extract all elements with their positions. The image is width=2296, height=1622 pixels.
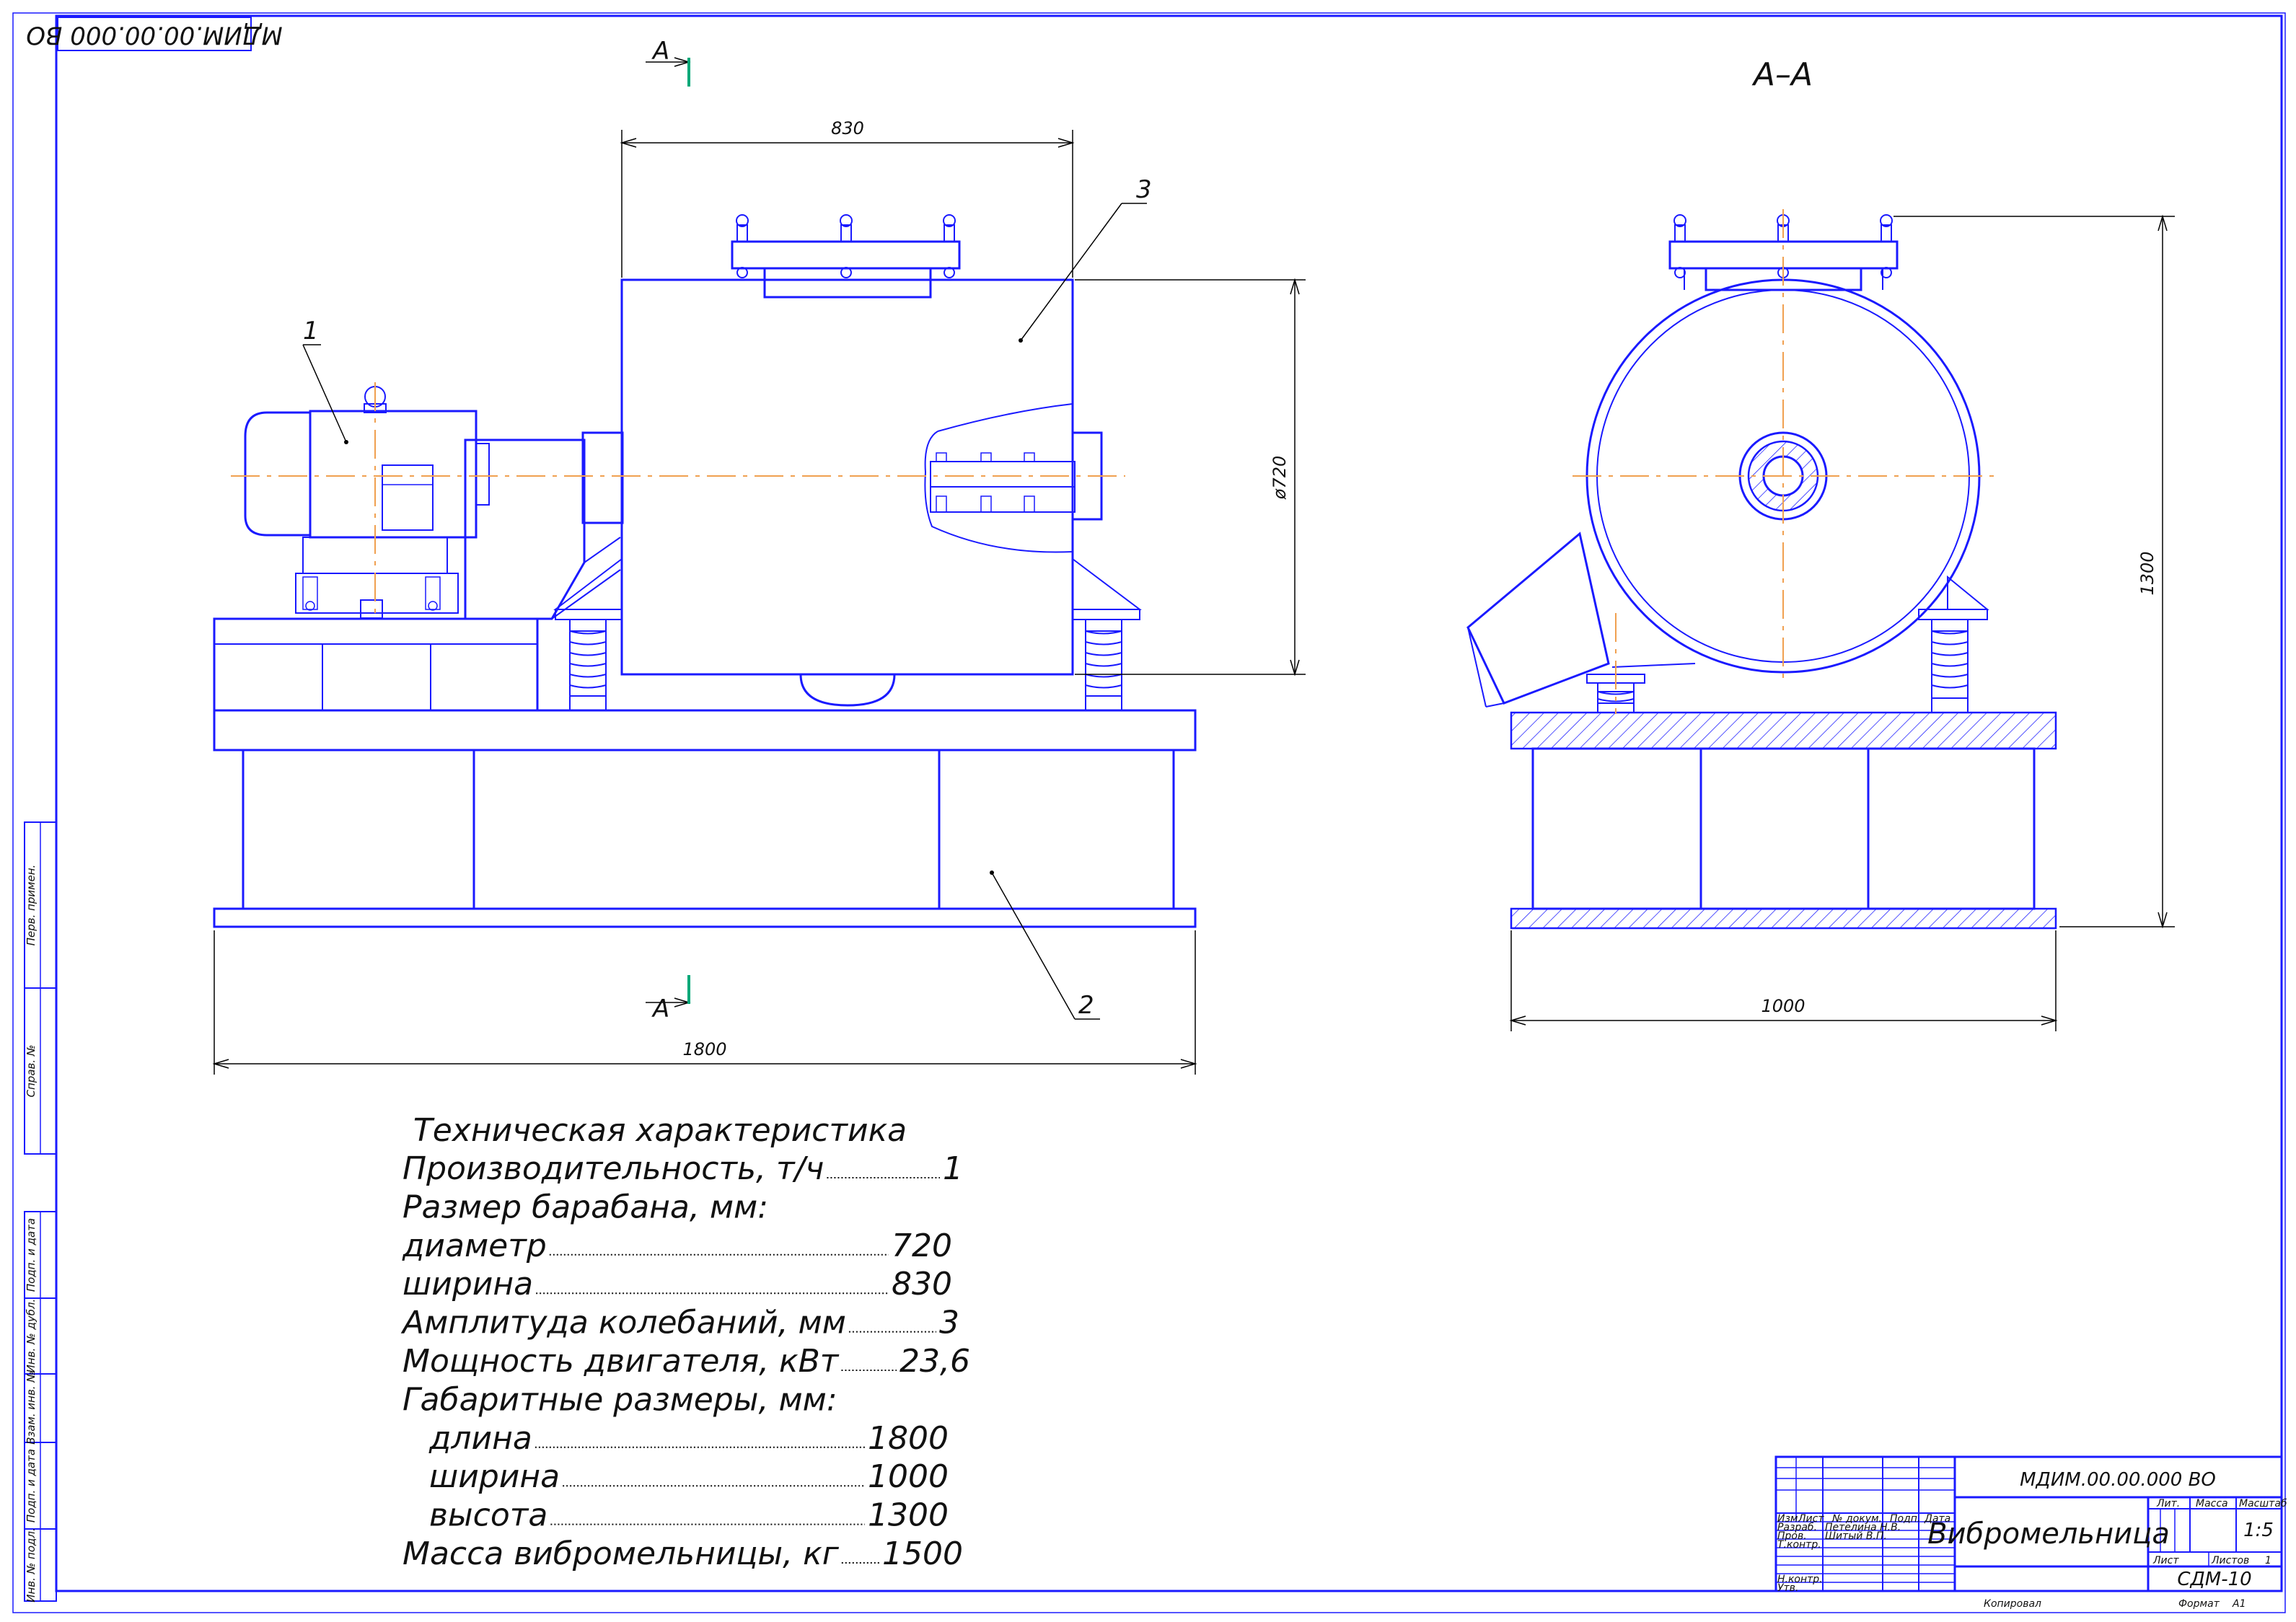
coupling [581,431,624,524]
side-podp-data-1: Подп. и дата [25,1218,38,1292]
title-block: МДИМ.00.00.000 ВО Вибромельница СДМ-10 И… [1774,1455,2287,1610]
drum-bottom-arc [799,674,896,707]
spec-value: 830 [892,1266,952,1303]
spec-label: Размер барабана, мм: [403,1189,768,1225]
tb-utv: Утв. [1777,1582,1798,1594]
dim-720-text: ø720 [1270,456,1290,501]
section-bottom-plate [1510,907,2057,930]
tb-listov-label: Листов [2211,1555,2249,1566]
stamp-box: МДИМ.00.00.000 ВО [26,17,283,51]
tb-format-value: А1 [2232,1598,2246,1610]
spec-label: Производительность, т/ч [403,1150,824,1187]
electric-motor [244,386,490,619]
inner-frame [55,14,2283,1592]
side-sprav: Справ. № [25,1045,38,1098]
tb-lit: Лит. [2156,1498,2180,1509]
side-perv-primen: Перв. примен. [25,865,38,946]
drum-housing [620,278,1074,676]
section-letter-top: А [651,37,669,66]
spec-value: 1800 [868,1420,949,1457]
side-inv-dubl: Инв. № дубл. [25,1299,38,1373]
callout-3-text: 3 [1136,175,1152,204]
dim-1800: 1800 [212,930,1197,1075]
side-vzam-inv: Взам. инв. № [25,1371,38,1445]
side-podp-data-2: Подп. и дата [25,1449,38,1522]
dim-830: 830 [620,118,1075,278]
tb-scale: 1:5 [2243,1520,2274,1541]
tb-massa: Масса [2196,1498,2228,1509]
section-mark-bottom: А [646,975,691,1023]
tb-listov-value: 1 [2265,1555,2271,1566]
hatch-cover [731,240,961,270]
section-letter-bottom: А [651,995,669,1023]
tb-org: СДМ-10 [2177,1569,2251,1590]
spec-value: 1500 [882,1535,963,1572]
spec-label: Габаритные размеры, мм: [403,1381,837,1418]
spec-label: Амплитуда колебаний, мм [400,1305,846,1341]
tb-format: Формат [2178,1598,2220,1610]
motor-support [213,617,539,712]
spec-label: Мощность двигателя, кВт [403,1343,840,1380]
spec-label: диаметр [402,1227,547,1264]
tb-masshtab: Масштаб [2239,1498,2287,1509]
side-inv-podl: Инв. № подл. [25,1528,38,1602]
section-title: А–А [1751,56,1813,93]
dim-720: ø720 [1075,278,1306,676]
spec-value: 3 [939,1305,959,1341]
callout-2: 2 [990,870,1100,1020]
drawing-sheet: МДИМ.00.00.000 ВО Перв. примен. Справ. №… [12,12,2287,1613]
spec-label: высота [429,1497,547,1534]
dim-830-text: 830 [831,118,864,138]
spec-label: длина [428,1420,532,1457]
spec-label: Масса вибромельницы, кг [403,1535,840,1572]
spec-value: 1 [943,1150,963,1187]
spec-lines: Производительность, т/ч 1 Размер барабана,… [400,1150,970,1572]
callout-2-text: 2 [1078,991,1094,1020]
tb-tkontr: Т.контр. [1777,1539,1821,1551]
spec-value: 23,6 [900,1343,970,1380]
spring-support-left [553,557,623,711]
stamp-code: МДИМ.00.00.000 ВО [26,21,282,50]
section-spring-right [1918,575,1989,713]
dim-1000: 1000 [1509,930,2058,1031]
side-strip: Перв. примен. Справ. № Подп. и дата Инв.… [24,821,57,1603]
front-view: А А 830 ø720 1800 1 2 3 [212,37,1306,1075]
tb-prov-name: Шитый В.П. [1825,1530,1887,1542]
top-hatch [763,267,932,299]
spec-value: 1300 [868,1497,949,1534]
section-view: А–А 1300 1000 [1466,56,2175,1031]
spec-value: 720 [892,1227,952,1264]
belt-guard [464,438,586,620]
spec-label: ширина [403,1266,533,1303]
section-top-beam [1510,711,2057,750]
base-top-beam [213,709,1197,752]
dim-1800-text: 1800 [682,1039,726,1059]
outer-frame [12,12,2286,1613]
drum-cutout [924,403,1103,553]
spec-label: ширина [429,1458,560,1495]
tb-col-date: Дата [1924,1513,1950,1525]
spring-support-right [1072,557,1142,711]
section-base-frame [1531,747,2036,910]
tb-name: Вибромельница [1927,1517,2170,1551]
spec-title: Техническая характеристика [413,1112,907,1149]
tb-code: МДИМ.00.00.000 ВО [2020,1469,2216,1491]
spec-value: 1000 [868,1458,949,1495]
base-frame [242,749,1175,910]
dim-1000-text: 1000 [1761,996,1805,1016]
dim-1300-text: 1300 [2137,551,2158,595]
callout-3: 3 [1019,175,1152,343]
base-bottom-plate [213,907,1197,928]
callout-1-text: 1 [303,317,319,345]
section-mark-top: А [646,37,691,87]
tb-list-label: Лист [2152,1555,2179,1566]
tb-kopiroval: Копировал [1984,1598,2041,1610]
tech-spec: Техническая характеристика Производитель… [400,1112,970,1572]
